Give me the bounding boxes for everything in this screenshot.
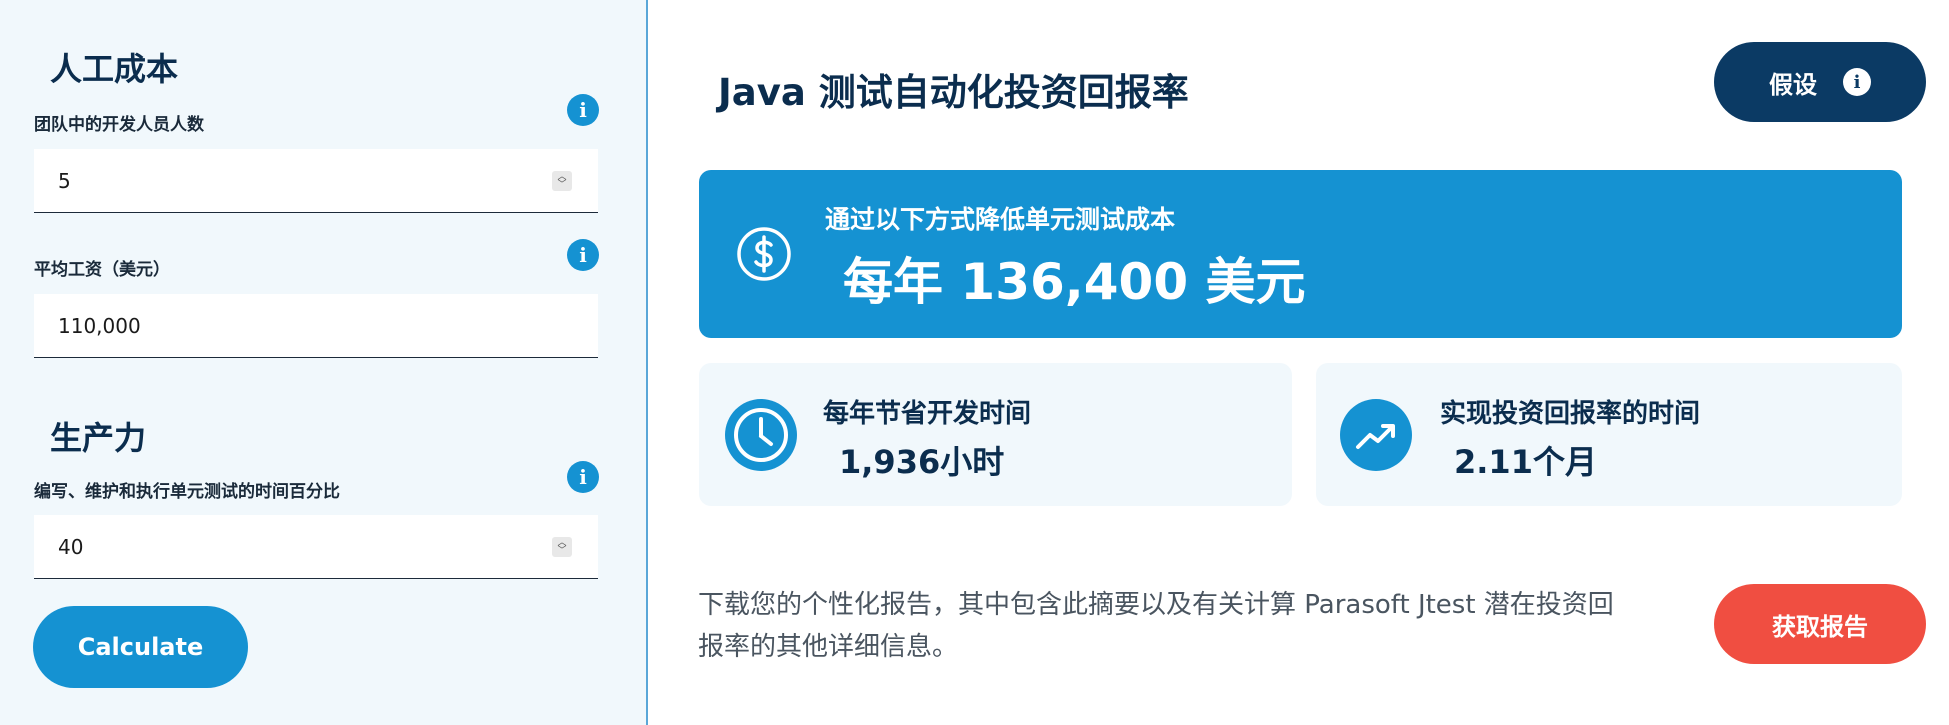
trend-up-icon <box>1340 399 1412 471</box>
assumptions-button[interactable]: 假设 i <box>1714 42 1926 122</box>
salary-label: 平均工资（美元） <box>34 260 170 280</box>
dollar-icon <box>737 227 791 281</box>
team-size-label: 团队中的开发人员人数 <box>34 115 204 135</box>
assumptions-label: 假设 <box>1769 70 1817 99</box>
dev-time-card: 每年节省开发时间 1,936小时 <box>699 363 1292 506</box>
labor-cost-heading: 人工成本 <box>50 50 179 88</box>
get-report-button[interactable]: 获取报告 <box>1714 584 1926 664</box>
team-size-input[interactable]: 5 ︿ ﹀ <box>34 149 598 213</box>
calculate-button[interactable]: Calculate <box>33 606 248 688</box>
info-icon: i <box>1843 68 1871 96</box>
team-size-stepper-icon[interactable]: ︿ ﹀ <box>552 171 572 191</box>
test-time-label: 编写、维护和执行单元测试的时间百分比 <box>34 482 340 502</box>
dev-time-label: 每年节省开发时间 <box>823 399 1032 429</box>
productivity-heading: 生产力 <box>50 419 147 457</box>
salary-input[interactable]: 110,000 <box>34 294 598 358</box>
report-description: 下载您的个性化报告，其中包含此摘要以及有关计算 Parasoft Jtest 潜… <box>698 590 1614 662</box>
input-panel: 人工成本 团队中的开发人员人数 i 5 ︿ ﹀ 平均工资（美元） i 110,00… <box>0 0 648 725</box>
roi-time-card: 实现投资回报率的时间 2.11个月 <box>1316 363 1902 506</box>
savings-value: 每年 136,400 美元 <box>843 253 1306 311</box>
salary-value: 110,000 <box>58 313 141 338</box>
salary-info-icon[interactable]: i <box>567 239 599 271</box>
savings-label: 通过以下方式降低单元测试成本 <box>825 205 1176 234</box>
roi-time-label: 实现投资回报率的时间 <box>1440 399 1701 429</box>
dev-time-value: 1,936小时 <box>839 443 1005 481</box>
page-title: Java 测试自动化投资回报率 <box>718 71 1189 114</box>
roi-time-value: 2.11个月 <box>1454 443 1597 481</box>
team-size-info-icon[interactable]: i <box>567 94 599 126</box>
test-time-input[interactable]: 40 ︿ ﹀ <box>34 515 598 579</box>
clock-icon <box>725 399 797 471</box>
savings-card: 通过以下方式降低单元测试成本 每年 136,400 美元 <box>699 170 1902 338</box>
test-time-value: 40 <box>58 534 84 559</box>
team-size-value: 5 <box>58 168 71 193</box>
test-time-info-icon[interactable]: i <box>567 461 599 493</box>
test-time-stepper-icon[interactable]: ︿ ﹀ <box>552 537 572 557</box>
